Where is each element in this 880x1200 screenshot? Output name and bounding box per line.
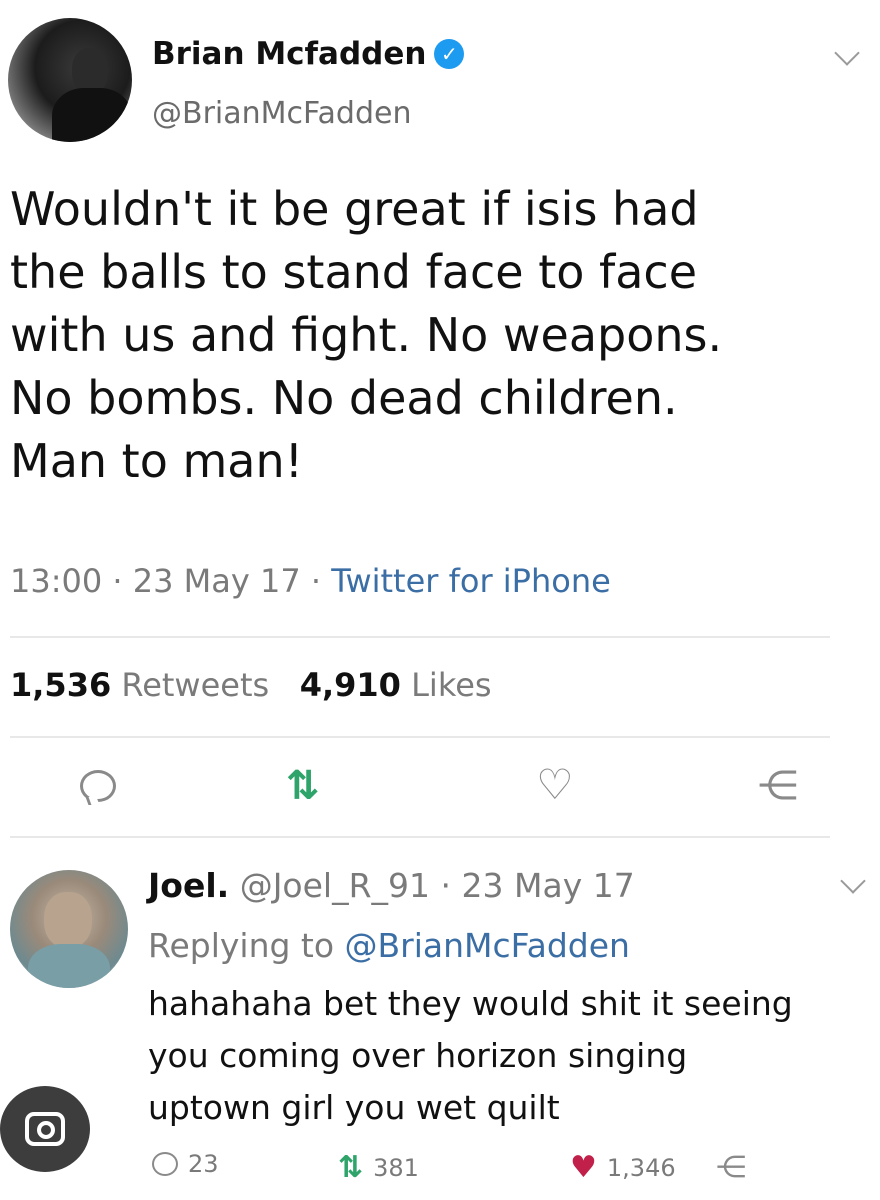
reply-text-line: uptown girl you wet quilt — [148, 1088, 560, 1127]
likes-label: Likes — [411, 666, 492, 704]
tweet-text-line: the balls to stand face to face — [10, 245, 697, 299]
reply-like-button[interactable]: ♥ 1,346 — [570, 1150, 676, 1185]
engagement-counts: 1,536 Retweets 4,910 Likes — [10, 666, 492, 704]
tweet-text-line: Wouldn't it be great if isis had — [10, 182, 699, 236]
author-name[interactable]: Brian Mcfadden ✓ — [152, 36, 465, 72]
avatar-face — [44, 892, 92, 948]
reply-share-button[interactable]: ⋲ — [716, 1150, 746, 1185]
reply-author-name[interactable]: Joel. — [148, 866, 229, 905]
separator: · — [112, 562, 133, 600]
replying-mention[interactable]: @BrianMcFadden — [345, 926, 630, 965]
avatar-shirt — [28, 944, 110, 988]
tweet-text-line: Man to man! — [10, 434, 304, 488]
reply-text: hahahaha bet they would shit it seeing y… — [148, 978, 868, 1134]
separator: · — [310, 562, 332, 600]
verified-badge-icon: ✓ — [434, 39, 465, 69]
reply-date[interactable]: 23 May 17 — [462, 866, 635, 905]
tweet-meta: 13:00 · 23 May 17 · Twitter for iPhone — [10, 562, 611, 600]
tweet-text-line: No bombs. No dead children. — [10, 371, 678, 425]
divider — [10, 736, 830, 738]
avatar-body — [52, 88, 132, 142]
reply-header: Joel. @Joel_R_91 · 23 May 17 — [148, 866, 635, 905]
replying-label: Replying to — [148, 926, 335, 965]
reply-text-line: you coming over horizon singing — [148, 1036, 688, 1075]
reply-icon[interactable] — [80, 770, 116, 802]
lens-search-button[interactable] — [0, 1086, 90, 1172]
retweet-count: 381 — [373, 1153, 419, 1182]
likes-count: 4,910 — [299, 666, 401, 704]
reply-text-line: hahahaha bet they would shit it seeing — [148, 984, 793, 1023]
retweets-count: 1,536 — [10, 666, 112, 704]
tweet-text-line: with us and fight. No weapons. — [10, 308, 723, 362]
reply-count: 23 — [188, 1150, 219, 1178]
tweet-time[interactable]: 13:00 — [10, 562, 102, 600]
heart-filled-icon: ♥ — [570, 1150, 597, 1185]
like-icon[interactable]: ♡ — [536, 764, 574, 806]
reply-icon — [152, 1152, 178, 1176]
retweet-icon[interactable]: ⇅ — [286, 766, 320, 806]
reply-reply-button[interactable]: 23 — [152, 1150, 219, 1178]
author-handle[interactable]: @BrianMcFadden — [152, 96, 411, 131]
reply-author-handle[interactable]: @Joel_R_91 — [240, 866, 430, 905]
likes-stat[interactable]: 4,910 Likes — [300, 666, 492, 704]
retweets-label: Retweets — [121, 666, 270, 704]
tweet-text: Wouldn't it be great if isis had the bal… — [10, 178, 860, 493]
replying-to: Replying to @BrianMcFadden — [148, 926, 630, 965]
author-name-text: Brian Mcfadden — [152, 36, 427, 72]
author-avatar[interactable] — [8, 18, 132, 142]
chevron-down-icon[interactable] — [834, 40, 860, 66]
like-count: 1,346 — [606, 1153, 676, 1182]
chevron-down-icon[interactable] — [840, 868, 866, 894]
divider — [10, 836, 830, 838]
reply-author-avatar[interactable] — [10, 870, 128, 988]
retweets-stat[interactable]: 1,536 Retweets — [10, 666, 269, 704]
divider — [10, 636, 830, 638]
separator: · — [440, 866, 452, 905]
camera-lens-icon — [25, 1112, 65, 1146]
reply-retweet-button[interactable]: ⇅ 381 — [338, 1150, 419, 1185]
tweet-date[interactable]: 23 May 17 — [133, 562, 301, 600]
retweet-icon: ⇅ — [338, 1150, 364, 1185]
tweet-source[interactable]: Twitter for iPhone — [331, 562, 611, 600]
share-icon[interactable]: ⋲ — [758, 766, 798, 806]
share-icon: ⋲ — [716, 1150, 746, 1185]
